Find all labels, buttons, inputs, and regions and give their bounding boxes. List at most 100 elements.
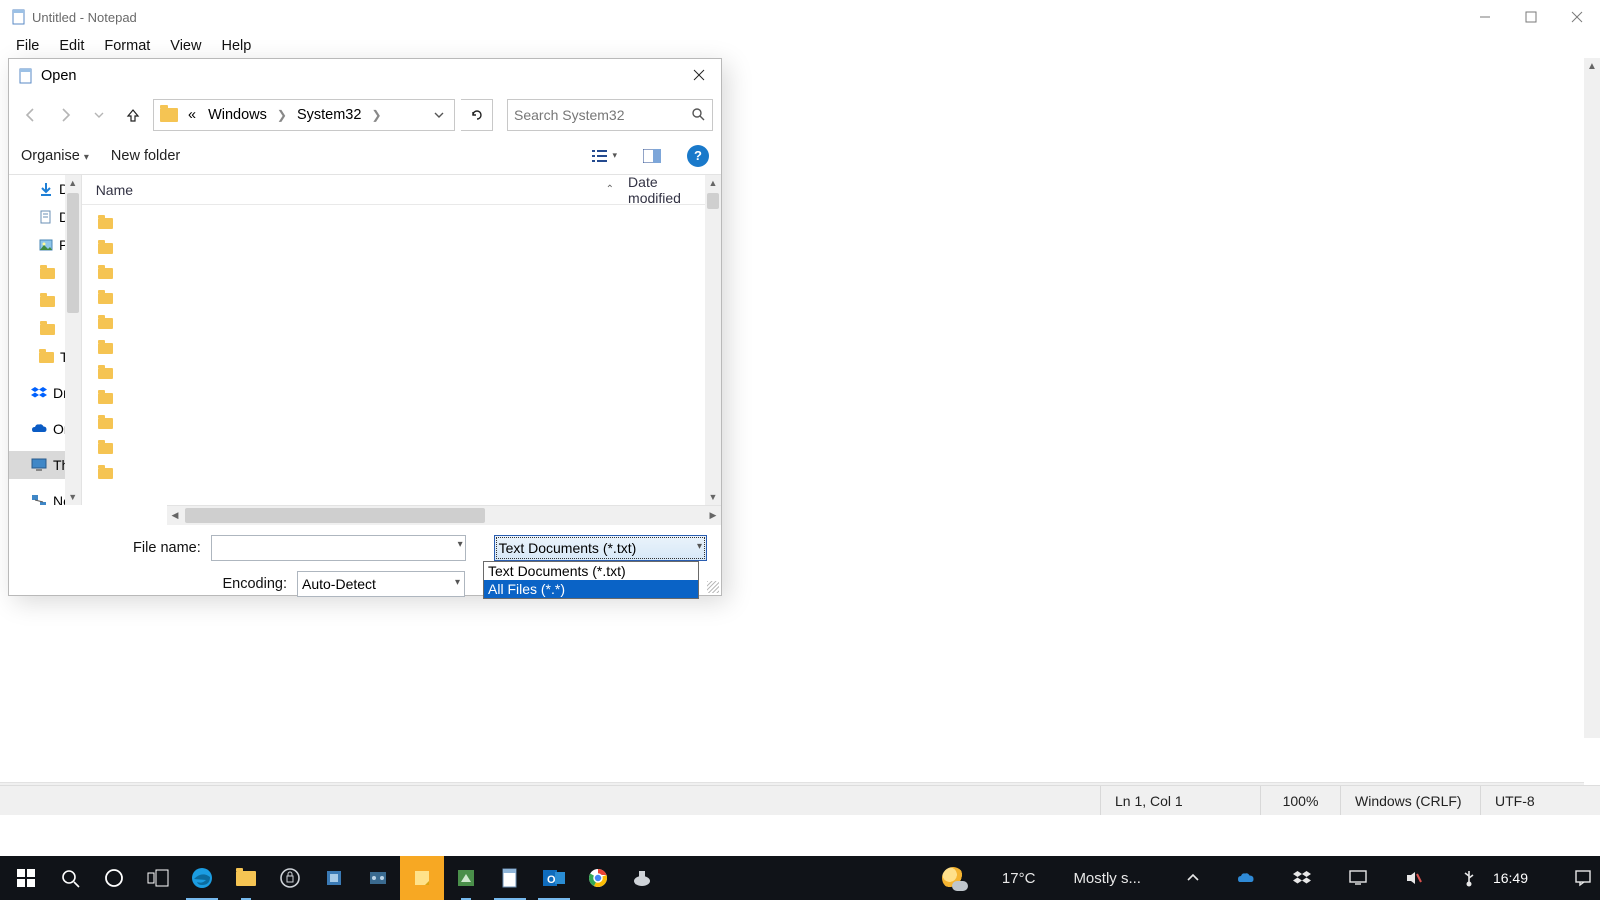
help-button[interactable]: ? — [687, 145, 709, 167]
list-item[interactable] — [82, 236, 721, 261]
chevron-right-icon[interactable]: ❯ — [369, 108, 383, 122]
scroll-down-icon[interactable]: ▼ — [65, 489, 81, 505]
list-item[interactable] — [82, 261, 721, 286]
start-button[interactable] — [4, 856, 48, 900]
notepad-icon — [10, 8, 28, 26]
column-name[interactable]: Name — [82, 182, 386, 198]
filename-input[interactable]: ▾ — [211, 535, 466, 561]
downloads-icon — [39, 181, 53, 197]
refresh-button[interactable] — [461, 99, 493, 131]
menu-help[interactable]: Help — [211, 36, 261, 56]
taskbar-app-secure[interactable] — [268, 856, 312, 900]
folder-icon — [39, 321, 55, 337]
maximize-button[interactable] — [1508, 0, 1554, 34]
scrollbar-thumb[interactable] — [67, 193, 79, 313]
svg-text:O: O — [547, 874, 556, 886]
view-mode-button[interactable]: ▾ — [591, 144, 617, 168]
tray-usb-icon[interactable] — [1431, 864, 1477, 892]
list-item[interactable] — [82, 311, 721, 336]
nav-up-button[interactable] — [119, 101, 147, 129]
weather-widget[interactable]: 17°C Mostly s... — [934, 856, 1149, 900]
scroll-down-icon[interactable]: ▼ — [705, 489, 721, 505]
filetype-option-txt[interactable]: Text Documents (*.txt) — [484, 562, 698, 580]
scrollbar-thumb[interactable] — [707, 193, 719, 209]
list-item[interactable] — [82, 361, 721, 386]
dialog-titlebar: Open — [9, 59, 721, 93]
menu-format[interactable]: Format — [94, 36, 160, 56]
scroll-up-icon[interactable]: ▲ — [65, 175, 81, 191]
list-header[interactable]: Name ⌃ Date modified — [82, 175, 721, 205]
scroll-up-icon[interactable]: ▲ — [1584, 58, 1600, 74]
close-button[interactable] — [1554, 0, 1600, 34]
navigation-tree[interactable]: Downloads📌 Documents📌 Pictures📌 TFT_eSPI… — [9, 175, 82, 505]
nav-forward-button[interactable] — [51, 101, 79, 129]
chevron-right-icon[interactable]: ❯ — [275, 108, 289, 122]
nav-back-button[interactable] — [17, 101, 45, 129]
taskbar-app-explorer[interactable] — [224, 856, 268, 900]
scrollbar-thumb[interactable] — [185, 508, 485, 523]
new-folder-button[interactable]: New folder — [111, 148, 180, 164]
folder-icon — [98, 468, 113, 479]
thispc-icon — [31, 457, 47, 473]
list-item[interactable] — [82, 336, 721, 361]
taskbar-app-outlook[interactable]: O — [532, 856, 576, 900]
menu-edit[interactable]: Edit — [49, 36, 94, 56]
taskview-button[interactable] — [136, 856, 180, 900]
scroll-right-icon[interactable]: ▶ — [705, 508, 721, 524]
filetype-option-all[interactable]: All Files (*.*) — [484, 580, 698, 598]
status-zoom: 100% — [1260, 786, 1340, 815]
taskbar-app-chrome[interactable] — [576, 856, 620, 900]
taskbar-app-edge[interactable] — [180, 856, 224, 900]
resize-grip[interactable] — [707, 581, 719, 593]
titlebar: Untitled - Notepad — [0, 0, 1600, 34]
chevron-down-icon[interactable]: ▾ — [458, 539, 463, 550]
list-horizontal-scrollbar[interactable]: ◀ ▶ — [167, 505, 721, 525]
editor-vertical-scrollbar[interactable]: ▲ — [1584, 58, 1600, 738]
search-button[interactable] — [48, 856, 92, 900]
taskbar-app-generic3[interactable] — [444, 856, 488, 900]
taskbar-app-generic2[interactable] — [356, 856, 400, 900]
tray-notifications-icon[interactable] — [1544, 864, 1592, 892]
tray-volume-icon[interactable] — [1375, 864, 1423, 892]
address-bar[interactable]: « Windows ❯ System32 ❯ — [153, 99, 455, 131]
taskbar-app-generic4[interactable] — [620, 856, 664, 900]
scroll-left-icon[interactable]: ◀ — [167, 508, 183, 524]
dialog-close-button[interactable] — [677, 59, 721, 91]
scroll-up-icon[interactable]: ▲ — [705, 175, 721, 191]
nav-recent-dropdown[interactable] — [85, 101, 113, 129]
list-item[interactable] — [82, 386, 721, 411]
weather-icon — [942, 867, 964, 889]
taskbar-app-generic1[interactable] — [312, 856, 356, 900]
minimize-button[interactable] — [1462, 0, 1508, 34]
search-input[interactable]: Search System32 — [507, 99, 713, 131]
folder-icon — [98, 368, 113, 379]
list-item[interactable] — [82, 436, 721, 461]
tray-onedrive-icon[interactable] — [1207, 864, 1255, 892]
taskbar-app-notepad[interactable] — [488, 856, 532, 900]
breadcrumb-windows[interactable]: Windows — [204, 107, 271, 123]
list-item[interactable] — [82, 211, 721, 236]
preview-pane-button[interactable] — [639, 144, 665, 168]
tray-overflow[interactable] — [1157, 864, 1199, 892]
tray-clock[interactable]: 16:49 — [1485, 870, 1536, 886]
cortana-button[interactable] — [92, 856, 136, 900]
tray-dropbox-icon[interactable] — [1263, 864, 1311, 892]
list-vertical-scrollbar[interactable]: ▲▼ — [705, 175, 721, 505]
list-item[interactable] — [82, 461, 721, 486]
address-history-dropdown[interactable] — [428, 100, 450, 130]
menu-file[interactable]: File — [6, 36, 49, 56]
tree-scrollbar[interactable]: ▲▼ — [65, 175, 81, 505]
list-item[interactable] — [82, 286, 721, 311]
weather-temp: 17°C — [972, 864, 1036, 892]
tray-display-icon[interactable] — [1319, 864, 1367, 892]
encoding-select[interactable]: Auto-Detect▾ — [297, 571, 465, 597]
breadcrumb-system32[interactable]: System32 — [293, 107, 365, 123]
organise-button[interactable]: Organise ▾ — [21, 148, 89, 164]
list-item[interactable] — [82, 411, 721, 436]
filetype-select[interactable]: Text Documents (*.txt)▾ — [494, 535, 707, 561]
taskbar: O 17°C Mostly s... 16:49 — [0, 856, 1600, 900]
taskbar-app-stickynotes[interactable] — [400, 856, 444, 900]
file-list[interactable]: Name ⌃ Date modified ▲▼ — [82, 175, 721, 505]
menu-view[interactable]: View — [160, 36, 211, 56]
filetype-dropdown: Text Documents (*.txt) All Files (*.*) — [483, 561, 699, 599]
